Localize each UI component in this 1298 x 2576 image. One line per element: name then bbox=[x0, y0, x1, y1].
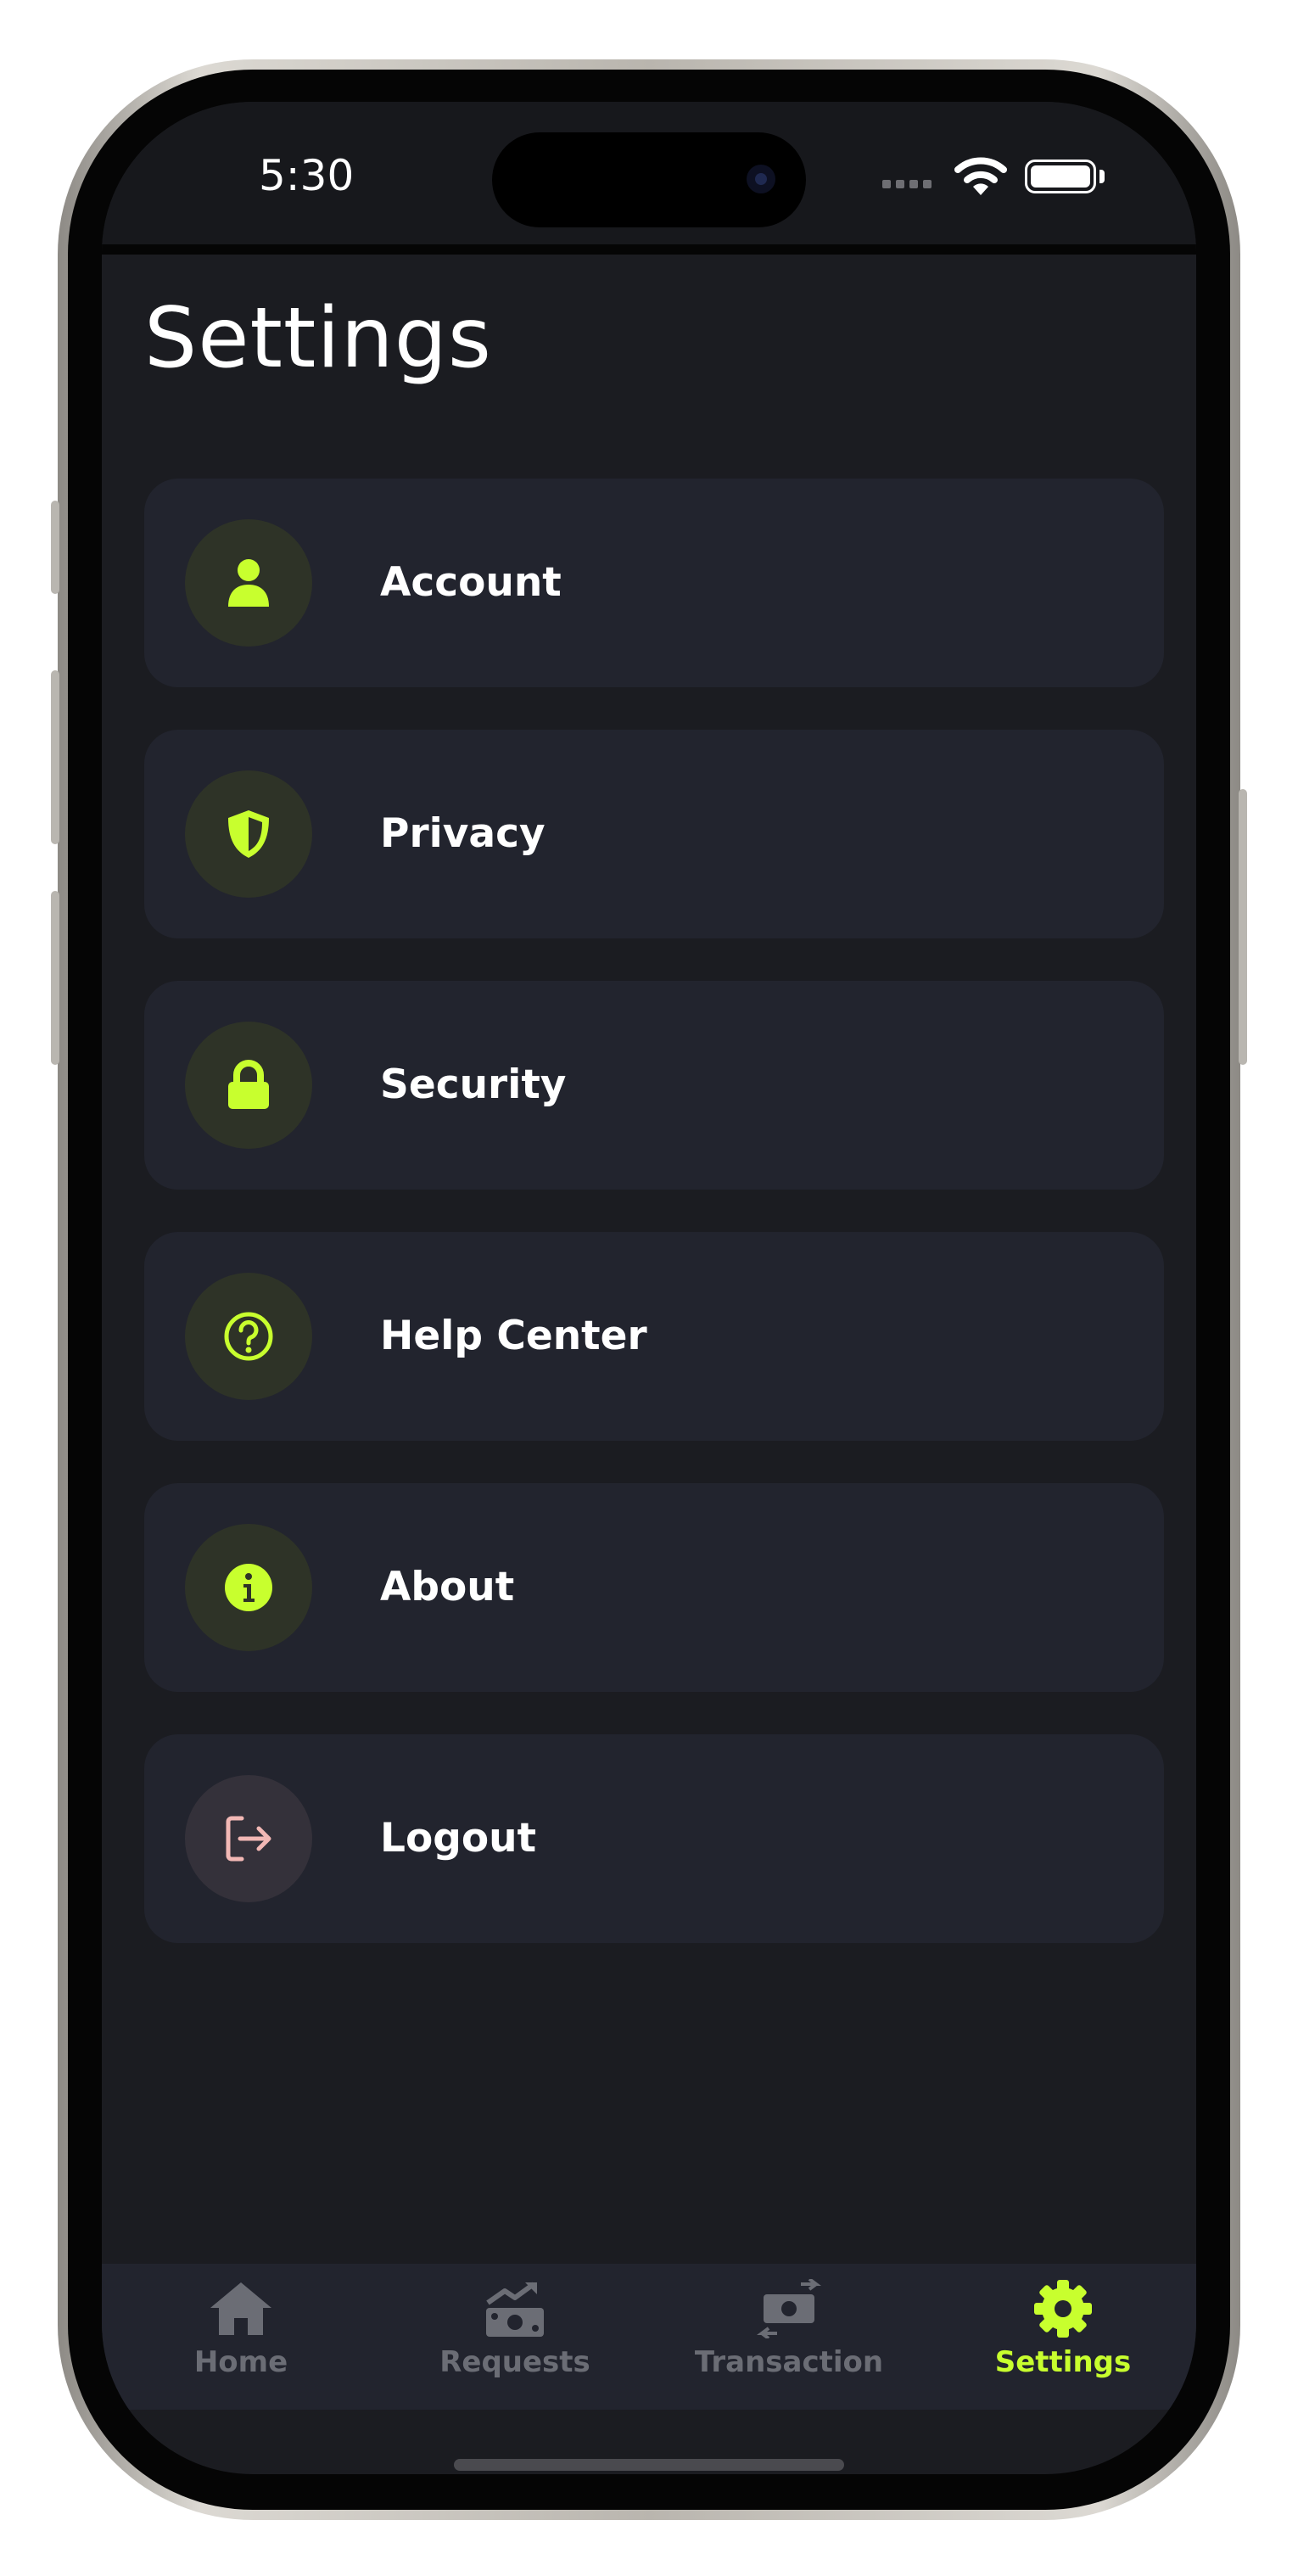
about-icon-circle bbox=[185, 1524, 312, 1651]
dynamic-island bbox=[492, 132, 806, 227]
gear-icon bbox=[1034, 2280, 1092, 2338]
help-icon-circle bbox=[185, 1273, 312, 1400]
menu-item-label: Logout bbox=[380, 1815, 537, 1862]
nav-item-requests[interactable]: Requests bbox=[388, 2264, 642, 2410]
phone-side-button-volume-down bbox=[51, 891, 59, 1065]
phone-side-button-power bbox=[1239, 789, 1247, 1065]
front-camera-icon bbox=[747, 165, 775, 193]
menu-item-security[interactable]: Security bbox=[144, 981, 1164, 1190]
menu-item-label: Help Center bbox=[380, 1313, 647, 1359]
menu-item-about[interactable]: About bbox=[144, 1483, 1164, 1692]
status-bar: 5:30 bbox=[102, 102, 1196, 244]
nav-item-transaction[interactable]: Transaction bbox=[662, 2264, 916, 2410]
shield-icon bbox=[228, 810, 269, 858]
settings-menu: Account Privacy Security Help Center Abo… bbox=[144, 479, 1164, 1985]
logout-icon bbox=[226, 1816, 271, 1862]
cellular-signal-icon bbox=[882, 180, 932, 188]
nav-label: Requests bbox=[439, 2345, 590, 2379]
home-indicator bbox=[454, 2459, 844, 2471]
account-icon-circle bbox=[185, 519, 312, 647]
menu-item-logout[interactable]: Logout bbox=[144, 1734, 1164, 1943]
phone-side-button-mute bbox=[51, 501, 59, 594]
wifi-icon bbox=[954, 157, 1007, 195]
security-icon-circle bbox=[185, 1022, 312, 1149]
menu-item-label: Security bbox=[380, 1061, 567, 1108]
bottom-nav: Home Requests Transaction Settings bbox=[102, 2264, 1196, 2410]
nav-label: Transaction bbox=[694, 2345, 884, 2379]
menu-item-account[interactable]: Account bbox=[144, 479, 1164, 687]
person-icon bbox=[228, 559, 269, 607]
question-circle-icon bbox=[224, 1312, 273, 1361]
menu-item-privacy[interactable]: Privacy bbox=[144, 730, 1164, 938]
menu-item-label: Account bbox=[380, 559, 562, 606]
home-icon bbox=[210, 2282, 271, 2335]
info-icon bbox=[225, 1564, 272, 1611]
privacy-icon-circle bbox=[185, 770, 312, 898]
menu-item-label: Privacy bbox=[380, 810, 545, 857]
menu-item-label: About bbox=[380, 1564, 515, 1610]
money-trend-icon bbox=[486, 2282, 544, 2337]
nav-label: Settings bbox=[994, 2345, 1132, 2379]
lock-icon bbox=[228, 1060, 269, 1109]
nav-label: Home bbox=[193, 2345, 288, 2379]
nav-item-home[interactable]: Home bbox=[114, 2264, 368, 2410]
status-time: 5:30 bbox=[259, 151, 355, 200]
phone-side-button-volume-up bbox=[51, 670, 59, 844]
page-title: Settings bbox=[144, 290, 492, 387]
nav-item-settings[interactable]: Settings bbox=[936, 2264, 1190, 2410]
battery-cap bbox=[1099, 170, 1105, 183]
screen: 5:30 Settings Account Privacy Security H… bbox=[102, 102, 1196, 2474]
logout-icon-circle bbox=[185, 1775, 312, 1902]
money-exchange-icon bbox=[757, 2279, 821, 2338]
status-divider bbox=[102, 244, 1196, 255]
menu-item-help-center[interactable]: Help Center bbox=[144, 1232, 1164, 1441]
battery-icon bbox=[1025, 160, 1096, 193]
